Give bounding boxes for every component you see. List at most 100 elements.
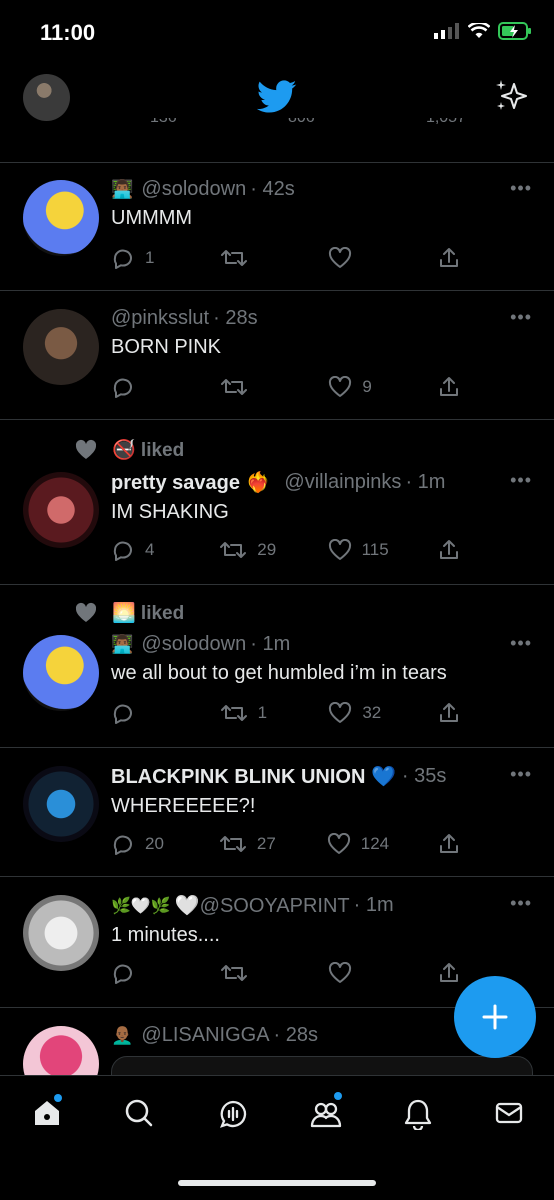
tab-search[interactable] bbox=[124, 1098, 154, 1133]
retweet-button[interactable] bbox=[220, 247, 280, 269]
share-button[interactable] bbox=[437, 538, 461, 562]
tweet-text: we all bout to get humbled i’m in tears bbox=[111, 662, 447, 684]
search-icon bbox=[125, 1099, 153, 1127]
more-options-icon[interactable]: ••• bbox=[510, 893, 532, 914]
tab-home[interactable] bbox=[32, 1094, 62, 1133]
tab-spaces[interactable] bbox=[217, 1098, 249, 1135]
more-options-icon[interactable]: ••• bbox=[510, 470, 532, 491]
more-options-icon[interactable]: ••• bbox=[510, 633, 532, 654]
tweet-handle[interactable]: @pinksslut bbox=[111, 307, 209, 330]
compose-tweet-button[interactable] bbox=[454, 976, 536, 1058]
communities-icon bbox=[310, 1102, 342, 1128]
like-button[interactable] bbox=[328, 247, 388, 269]
tweet-time: · 1m bbox=[405, 471, 446, 493]
share-button[interactable] bbox=[437, 701, 461, 725]
like-count: 9 bbox=[362, 377, 372, 396]
wifi-icon bbox=[468, 23, 490, 38]
tweet-text: UMMMM bbox=[111, 207, 193, 229]
reply-button[interactable]: 4 bbox=[111, 539, 171, 561]
retweet-count: 1 bbox=[257, 703, 268, 722]
retweet-count: 29 bbox=[257, 540, 277, 559]
reply-button[interactable] bbox=[111, 702, 171, 724]
like-button[interactable] bbox=[328, 962, 388, 984]
like-count: 32 bbox=[362, 703, 382, 722]
like-count: 115 bbox=[361, 540, 389, 559]
share-button[interactable] bbox=[437, 375, 461, 399]
reply-icon bbox=[113, 835, 132, 855]
share-icon bbox=[439, 377, 458, 396]
handle-prefix-emoji: 🌿🤍🌿 bbox=[111, 897, 171, 915]
more-options-icon[interactable]: ••• bbox=[510, 307, 532, 328]
social-context-text[interactable]: 🌅 liked bbox=[112, 601, 184, 625]
like-button[interactable]: 124 bbox=[327, 833, 389, 855]
reply-icon bbox=[113, 249, 132, 269]
retweet-button[interactable]: 29 bbox=[219, 539, 279, 561]
reply-button[interactable]: 20 bbox=[111, 833, 171, 855]
tweet[interactable]: 🚭 liked pretty savage ❤️‍🔥 @villainpinks… bbox=[0, 420, 554, 585]
display-name[interactable]: pretty savage ❤️‍🔥 bbox=[111, 470, 270, 495]
reply-button[interactable] bbox=[111, 376, 171, 398]
tweet-header: @pinksslut · 28s bbox=[111, 307, 532, 330]
like-button[interactable]: 115 bbox=[328, 539, 389, 561]
heart-icon bbox=[327, 833, 350, 854]
tweet-header: 👨🏾‍💻 @solodown · 42s bbox=[111, 178, 532, 201]
retweet-icon bbox=[220, 379, 247, 395]
reply-count: 136 bbox=[150, 118, 177, 134]
tweet-handle[interactable]: 🤍@SOOYAPRINT bbox=[175, 893, 350, 918]
sparkle-icon[interactable] bbox=[494, 78, 530, 114]
mail-icon bbox=[495, 1102, 523, 1124]
avatar[interactable] bbox=[23, 180, 99, 256]
retweet-icon bbox=[220, 542, 247, 558]
status-bar: 11:00 bbox=[0, 0, 554, 66]
tweet-time: · 42s bbox=[250, 178, 295, 200]
retweet-icon bbox=[220, 250, 247, 266]
display-name[interactable]: BLACKPINK BLINK UNION 💙 bbox=[111, 764, 396, 789]
user-emoji: 👨🏾‍🦲 bbox=[111, 1025, 134, 1045]
heart-icon bbox=[329, 247, 352, 268]
heart-icon bbox=[328, 539, 351, 560]
retweet-button[interactable]: 1 bbox=[220, 702, 280, 724]
signal-icon bbox=[434, 23, 459, 39]
plus-icon bbox=[482, 1004, 508, 1030]
tab-notifications[interactable] bbox=[403, 1098, 433, 1135]
tweet[interactable]: 🌅 liked 👨🏾‍💻 @solodown · 1m ••• we all b… bbox=[0, 585, 554, 748]
tweet-handle[interactable]: @solodown bbox=[141, 178, 246, 201]
tweet-handle[interactable]: @solodown bbox=[141, 633, 246, 656]
reply-count: 20 bbox=[145, 834, 164, 853]
tweet[interactable]: 👨🏾‍💻 @solodown · 42s ••• UMMMM 1 bbox=[0, 162, 554, 291]
tab-communities[interactable] bbox=[309, 1092, 343, 1135]
retweet-button[interactable]: 27 bbox=[219, 833, 279, 855]
tweet-handle[interactable]: @LISANIGGA bbox=[141, 1024, 269, 1047]
share-icon bbox=[440, 540, 458, 559]
avatar[interactable] bbox=[23, 309, 99, 385]
tweet-text: 1 minutes.... bbox=[111, 924, 220, 946]
notification-dot bbox=[54, 1094, 62, 1102]
avatar[interactable] bbox=[23, 635, 99, 711]
like-button[interactable]: 32 bbox=[328, 702, 388, 724]
reply-button[interactable]: 1 bbox=[111, 247, 171, 269]
avatar[interactable] bbox=[23, 472, 99, 548]
tab-messages[interactable] bbox=[494, 1098, 524, 1133]
tweet[interactable]: BLACKPINK BLINK UNION 💙 · 35s ••• WHEREE… bbox=[0, 748, 554, 877]
social-context-text[interactable]: 🚭 liked bbox=[112, 438, 184, 462]
share-icon bbox=[440, 834, 458, 853]
twitter-bird-icon[interactable] bbox=[257, 80, 297, 114]
tweet-handle[interactable]: @villainpinks bbox=[284, 471, 401, 494]
battery-charging-icon bbox=[498, 22, 531, 40]
reply-icon bbox=[113, 541, 132, 561]
more-options-icon[interactable]: ••• bbox=[510, 764, 532, 785]
profile-avatar[interactable] bbox=[23, 74, 70, 121]
tweet[interactable]: @pinksslut · 28s ••• BORN PINK 9 bbox=[0, 291, 554, 420]
retweet-button[interactable] bbox=[220, 962, 280, 984]
share-button[interactable] bbox=[437, 246, 461, 270]
home-icon bbox=[35, 1101, 59, 1125]
avatar[interactable] bbox=[23, 766, 99, 842]
share-icon bbox=[439, 248, 458, 267]
retweet-button[interactable] bbox=[220, 376, 280, 398]
share-button[interactable] bbox=[437, 961, 461, 985]
like-button[interactable]: 9 bbox=[328, 376, 388, 398]
avatar[interactable] bbox=[23, 895, 99, 971]
reply-button[interactable] bbox=[111, 962, 171, 984]
more-options-icon[interactable]: ••• bbox=[510, 178, 532, 199]
share-button[interactable] bbox=[437, 832, 461, 856]
